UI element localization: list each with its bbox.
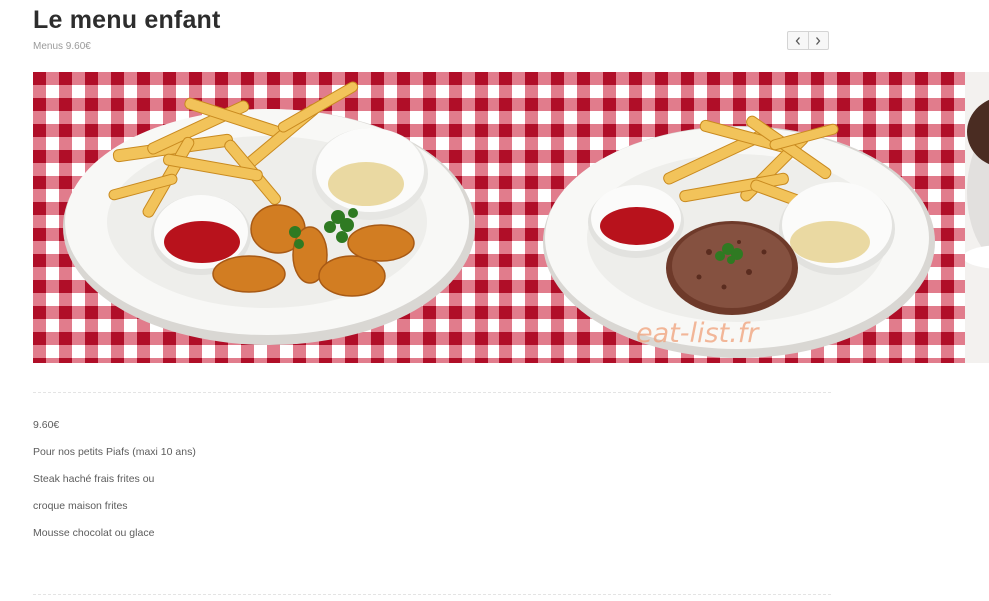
gallery-photo-nuggets[interactable] [33, 72, 499, 363]
nuggets-plate-image [33, 72, 499, 363]
gallery-photo-steak[interactable] [499, 72, 965, 363]
menu-line: Pour nos petits Piafs (maxi 10 ans) [33, 446, 196, 458]
photo-gallery [33, 72, 989, 363]
gallery-prev-button[interactable] [788, 32, 808, 49]
dessert-image [965, 72, 989, 363]
gallery-next-button[interactable] [807, 32, 829, 49]
divider [33, 594, 831, 595]
steak-plate-image [499, 72, 965, 363]
menu-price: 9.60€ [33, 419, 60, 431]
menu-category-price: Menus 9.60€ [33, 41, 91, 52]
chevron-right-icon [816, 36, 821, 45]
divider [33, 392, 831, 393]
gallery-nav [787, 31, 829, 50]
chevron-left-icon [795, 36, 800, 45]
page-title: Le menu enfant [33, 6, 221, 34]
menu-line: Steak haché frais frites ou [33, 473, 155, 485]
menu-line: croque maison frites [33, 500, 128, 512]
menu-line: Mousse chocolat ou glace [33, 527, 155, 539]
gallery-photo-partial[interactable] [965, 72, 989, 363]
menu-description: 9.60€ Pour nos petits Piafs (maxi 10 ans… [33, 418, 196, 553]
menu-page: Le menu enfant Menus 9.60€ eat-list.fr 9… [0, 0, 989, 601]
